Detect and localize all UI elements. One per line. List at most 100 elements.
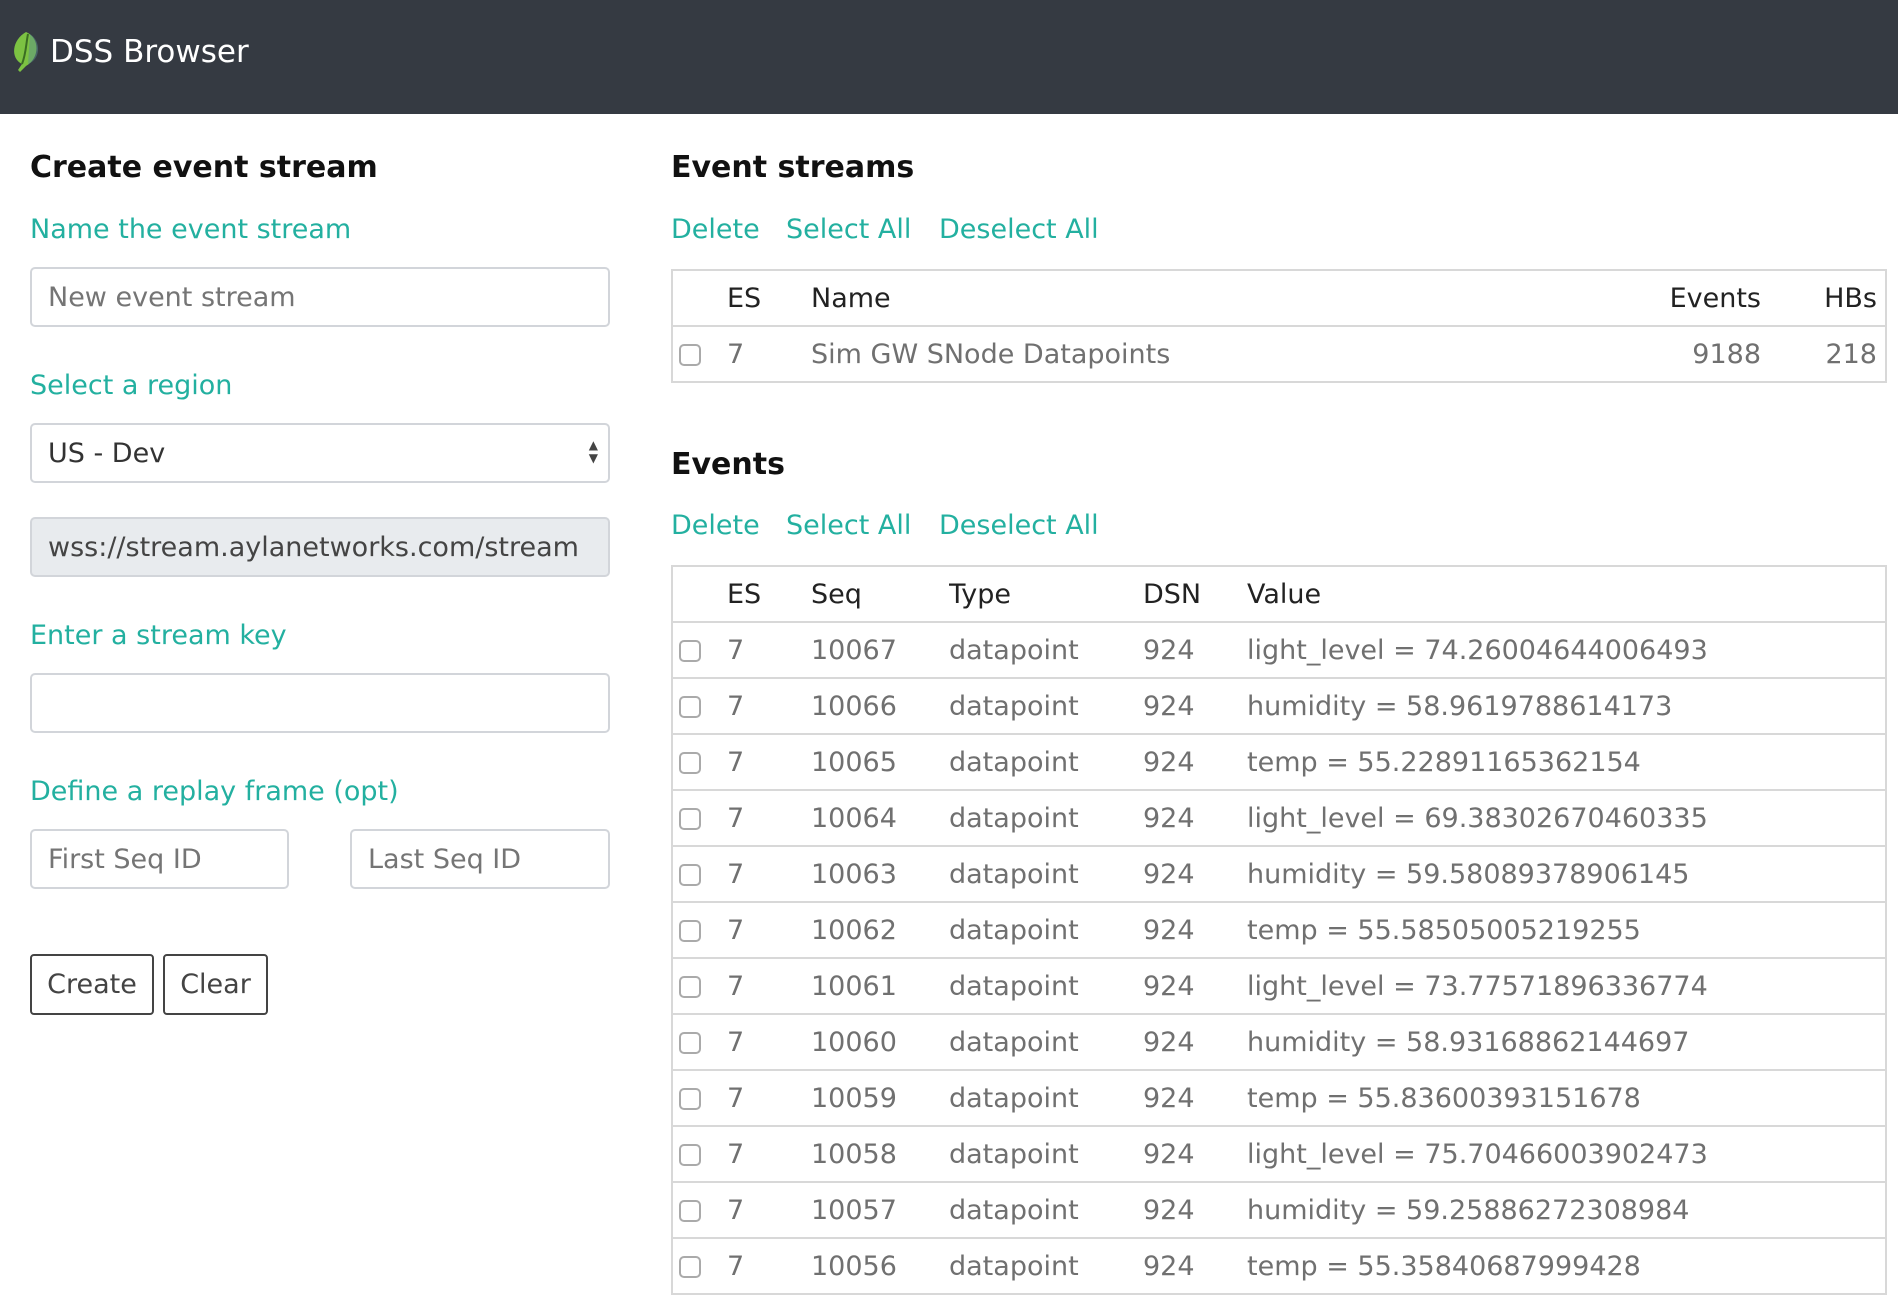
cell-type: datapoint [949,1014,1143,1071]
column-header-dsn: DSN [1143,566,1247,623]
events-select-all-link[interactable]: Select All [786,508,911,544]
cell-seq: 10062 [811,902,949,959]
table-row[interactable]: 7 10057 datapoint 924 humidity = 59.25886272… [672,1182,1886,1239]
table-row[interactable]: 7 10058 datapoint 924 light_level = 75.70466… [672,1126,1886,1183]
region-select[interactable]: US - Dev ▲ ▼ [30,423,610,483]
cell-dsn: 924 [1143,1126,1247,1183]
cell-name: Sim GW SNode Datapoints [811,326,1531,383]
table-row[interactable]: 7 10064 datapoint 924 light_level = 69.38302… [672,790,1886,847]
last-seq-id-input[interactable] [350,829,610,889]
table-row[interactable]: 7 10066 datapoint 924 humidity = 58.96197886… [672,678,1886,735]
cell-value: light_level = 69.38302670460335 [1247,790,1886,847]
table-row[interactable]: 7 10063 datapoint 924 humidity = 59.58089378… [672,846,1886,903]
cell-es: 7 [727,958,811,1015]
column-header-es: ES [727,566,811,623]
table-row[interactable]: 7 10059 datapoint 924 temp = 55.836003931516… [672,1070,1886,1127]
app-title: DSS Browser [50,34,249,70]
table-header-row: ES Name Events HBs [672,270,1886,327]
cell-es: 7 [727,622,811,679]
row-checkbox[interactable] [679,808,701,830]
cell-events: 9188 [1531,326,1769,383]
column-header-type: Type [949,566,1143,623]
cell-value: humidity = 58.93168862144697 [1247,1014,1886,1071]
row-checkbox[interactable] [679,920,701,942]
row-checkbox[interactable] [679,640,701,662]
name-label: Name the event stream [30,214,352,245]
cell-dsn: 924 [1143,1014,1247,1071]
cell-es: 7 [727,1070,811,1127]
column-header-value: Value [1247,566,1886,623]
row-checkbox[interactable] [679,864,701,886]
cell-type: datapoint [949,902,1143,959]
stream-key-input[interactable] [30,673,610,733]
row-checkbox[interactable] [679,1032,701,1054]
row-checkbox[interactable] [679,696,701,718]
table-header-row: ES Seq Type DSN Value [672,566,1886,623]
column-header-events: Events [1531,270,1769,327]
first-seq-id-input[interactable] [30,829,289,889]
cell-type: datapoint [949,1070,1143,1127]
table-row[interactable]: 7 10061 datapoint 924 light_level = 73.77571… [672,958,1886,1015]
cell-value: humidity = 59.58089378906145 [1247,846,1886,903]
streams-select-all-link[interactable]: Select All [786,212,911,248]
cell-es: 7 [727,1126,811,1183]
cell-value: temp = 55.83600393151678 [1247,1070,1886,1127]
cell-seq: 10063 [811,846,949,903]
row-checkbox[interactable] [679,752,701,774]
cell-dsn: 924 [1143,1070,1247,1127]
create-button[interactable]: Create [30,954,154,1015]
streams-delete-link[interactable]: Delete [671,212,760,248]
stream-name-input[interactable] [30,267,610,327]
cell-value: light_level = 73.77571896336774 [1247,958,1886,1015]
cell-es: 7 [727,1238,811,1295]
table-row[interactable]: 7 10067 datapoint 924 light_level = 74.26004… [672,622,1886,679]
cell-dsn: 924 [1143,678,1247,735]
row-checkbox[interactable] [679,1144,701,1166]
stream-url-value: wss://stream.aylanetworks.com/stream [48,531,579,563]
cell-value: temp = 55.35840687999428 [1247,1238,1886,1295]
column-header-name: Name [811,270,1531,327]
row-checkbox[interactable] [679,1256,701,1278]
cell-seq: 10066 [811,678,949,735]
cell-dsn: 924 [1143,958,1247,1015]
cell-dsn: 924 [1143,790,1247,847]
streams-deselect-all-link[interactable]: Deselect All [939,212,1099,248]
cell-type: datapoint [949,846,1143,903]
row-checkbox[interactable] [679,976,701,998]
region-label: Select a region [30,370,233,401]
cell-es: 7 [727,734,811,791]
cell-dsn: 924 [1143,622,1247,679]
table-row[interactable]: 7 10060 datapoint 924 humidity = 58.93168862… [672,1014,1886,1071]
cell-seq: 10060 [811,1014,949,1071]
row-checkbox[interactable] [679,344,701,366]
table-row[interactable]: 7 10056 datapoint 924 temp = 55.358406879994… [672,1238,1886,1295]
events-delete-link[interactable]: Delete [671,508,760,544]
table-row[interactable]: 7 10062 datapoint 924 temp = 55.585050052192… [672,902,1886,959]
row-checkbox[interactable] [679,1088,701,1110]
table-row[interactable]: 7 Sim GW SNode Datapoints 9188 218 [672,326,1886,383]
clear-button[interactable]: Clear [163,954,268,1015]
cell-es: 7 [727,1182,811,1239]
cell-value: temp = 55.22891165362154 [1247,734,1886,791]
top-navbar: DSS Browser [0,0,1898,114]
cell-seq: 10065 [811,734,949,791]
cell-seq: 10059 [811,1070,949,1127]
row-checkbox[interactable] [679,1200,701,1222]
select-arrows-icon: ▲ ▼ [588,438,598,465]
cell-type: datapoint [949,622,1143,679]
column-header-seq: Seq [811,566,949,623]
cell-es: 7 [727,846,811,903]
cell-type: datapoint [949,1238,1143,1295]
cell-type: datapoint [949,1126,1143,1183]
cell-seq: 10057 [811,1182,949,1239]
cell-dsn: 924 [1143,1238,1247,1295]
cell-seq: 10064 [811,790,949,847]
events-title: Events [671,447,785,482]
cell-value: light_level = 75.70466003902473 [1247,1126,1886,1183]
cell-value: humidity = 59.25886272308984 [1247,1182,1886,1239]
event-streams-table: ES Name Events HBs 7 Sim GW SNode Datapo… [671,269,1887,383]
cell-dsn: 924 [1143,734,1247,791]
table-row[interactable]: 7 10065 datapoint 924 temp = 55.228911653621… [672,734,1886,791]
events-deselect-all-link[interactable]: Deselect All [939,508,1099,544]
create-section-title: Create event stream [30,150,378,185]
